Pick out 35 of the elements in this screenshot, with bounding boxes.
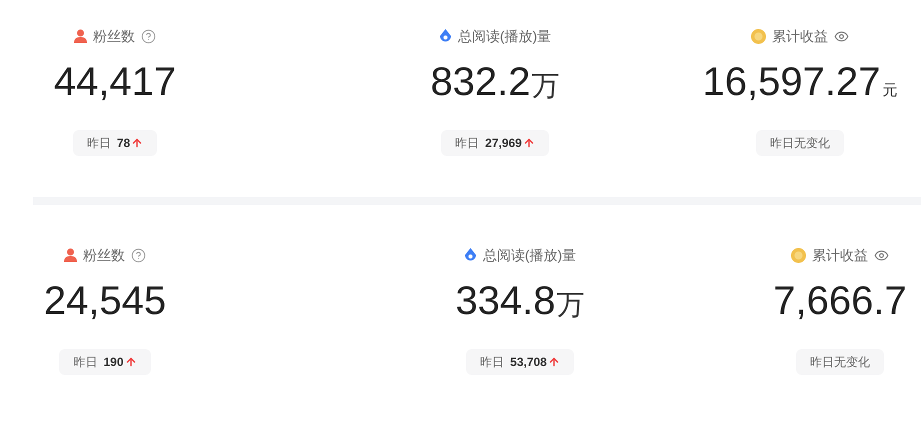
change-note: 昨日无变化 xyxy=(810,354,870,371)
change-label: 昨日 xyxy=(86,135,111,152)
change-value: 78 xyxy=(116,135,130,152)
stat-value: 334.8 xyxy=(455,278,556,325)
unit-label: 万 xyxy=(556,288,585,322)
coin-icon xyxy=(791,248,806,262)
drop-icon xyxy=(438,29,452,43)
change-label: 昨日 xyxy=(480,354,504,371)
change-label: 昨日 xyxy=(455,135,480,152)
stat-value: 16,597.27 xyxy=(702,59,880,106)
stat-label: 粉丝数 xyxy=(93,26,135,46)
stat-value: 44,417 xyxy=(54,59,176,106)
person-icon xyxy=(74,29,87,43)
unit-label: 元 xyxy=(882,81,898,101)
stat-label: 总阅读(播放)量 xyxy=(458,26,552,46)
stat-value: 24,545 xyxy=(44,278,166,325)
stat-value: 832.2 xyxy=(430,59,531,106)
coin-icon xyxy=(751,28,766,44)
help-icon[interactable] xyxy=(141,28,156,44)
unit-label: 万 xyxy=(532,69,560,103)
eye-icon[interactable] xyxy=(834,28,849,44)
change-value: 53,708 xyxy=(510,354,547,371)
eye-icon[interactable] xyxy=(874,248,889,262)
stat-label: 总阅读(播放)量 xyxy=(482,246,576,265)
stat-label: 累计收益 xyxy=(772,26,828,46)
drop-icon xyxy=(464,248,477,262)
change-value: 27,969 xyxy=(485,135,522,152)
change-note: 昨日无变化 xyxy=(770,135,830,152)
stat-label: 粉丝数 xyxy=(83,246,125,264)
help-icon[interactable] xyxy=(131,248,146,262)
stat-label: 累计收益 xyxy=(812,246,868,264)
change-label: 昨日 xyxy=(73,354,98,371)
person-icon xyxy=(64,248,77,262)
change-value: 190 xyxy=(103,354,124,371)
stat-value: 7,666.7 xyxy=(773,278,907,325)
